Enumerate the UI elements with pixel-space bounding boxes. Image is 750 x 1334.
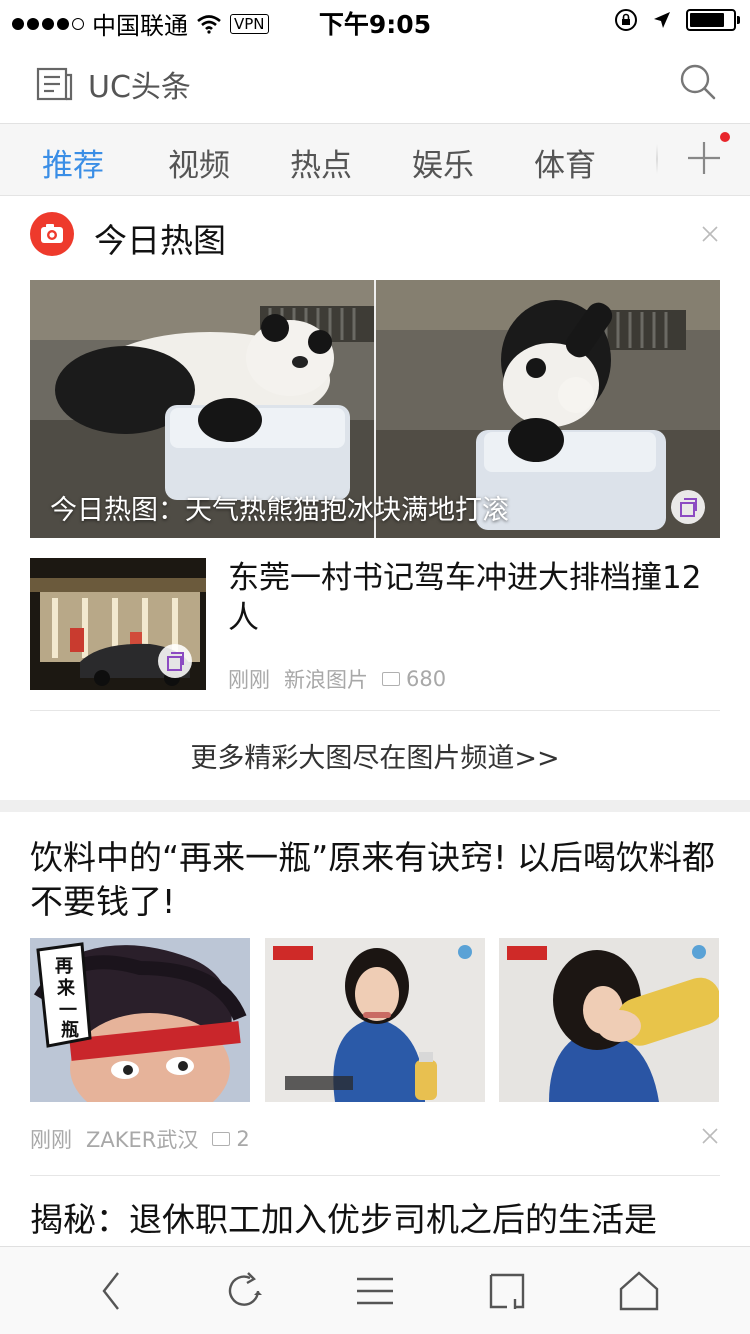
tab-entertainment[interactable]: 娱乐	[412, 140, 474, 185]
comment-icon	[212, 1132, 231, 1146]
plus-icon	[688, 142, 720, 174]
article-image-3[interactable]	[499, 938, 719, 1102]
hot-pics-banner[interactable]: 今日热图：天气热熊猫抱冰块满地打滚	[30, 280, 720, 538]
news-source: 新浪图片	[284, 668, 368, 692]
article-source: ZAKER武汉	[86, 1128, 199, 1152]
article-meta: 刚刚 ZAKER武汉 2	[30, 1124, 250, 1154]
tabs-fade-divider	[656, 144, 658, 174]
app-header: UC头条	[0, 40, 750, 124]
svg-text:再: 再	[55, 956, 73, 976]
camera-icon	[30, 212, 74, 256]
comment-icon	[382, 672, 400, 686]
news-meta: 刚刚 新浪图片 680	[228, 664, 446, 694]
article-title[interactable]: 揭秘：退休职工加入优步司机之后的生活是	[30, 1198, 720, 1242]
comment-count-value: 680	[406, 667, 447, 691]
close-icon[interactable]	[700, 224, 720, 244]
tabs-icon[interactable]	[485, 1269, 529, 1313]
header-title: UC头条	[88, 70, 191, 105]
tab-recommend[interactable]: 推荐	[42, 140, 104, 185]
news-title: 东莞一村书记驾车冲进大排档撞12人	[228, 560, 702, 636]
svg-text:来: 来	[56, 978, 76, 998]
battery-icon	[686, 9, 740, 31]
news-thumbnail	[30, 558, 206, 690]
more-pics-link[interactable]: 更多精彩大图尽在图片频道>>	[0, 736, 750, 775]
tab-hot[interactable]: 热点	[290, 140, 352, 185]
comment-count: 2	[212, 1127, 250, 1151]
home-icon[interactable]	[617, 1269, 661, 1313]
gallery-icon	[671, 490, 705, 524]
tab-video[interactable]: 视频	[168, 140, 230, 185]
news-icon	[36, 67, 73, 101]
orientation-lock-icon	[615, 9, 637, 31]
search-icon[interactable]	[678, 62, 718, 102]
article-image-2[interactable]	[265, 938, 485, 1102]
status-bar: 中国联通 VPN 下午9:05	[0, 0, 750, 40]
notification-dot	[720, 132, 730, 142]
location-arrow-icon	[654, 12, 670, 28]
news-item[interactable]: 东莞一村书记驾车冲进大排档撞12人 刚刚 新浪图片 680	[30, 558, 720, 692]
menu-icon[interactable]	[353, 1269, 397, 1313]
hot-pics-header: 今日热图	[0, 196, 750, 280]
hot-pics-title: 今日热图	[94, 221, 226, 260]
article-image-1[interactable]: 再 来 一 瓶	[30, 938, 250, 1102]
status-right	[614, 8, 740, 32]
svg-text:瓶: 瓶	[61, 1020, 79, 1040]
uc-news-page: 中国联通 VPN 下午9:05 UC头条 推荐 视频 热点 娱乐 体育 今日热图…	[0, 0, 750, 1334]
comment-count: 680	[382, 667, 446, 691]
svg-text:一: 一	[59, 1000, 77, 1020]
news-time: 刚刚	[228, 668, 270, 692]
comment-count-value: 2	[236, 1127, 250, 1151]
section-separator	[0, 800, 750, 812]
close-icon[interactable]	[700, 1126, 720, 1146]
back-icon[interactable]	[90, 1269, 134, 1313]
refresh-icon[interactable]	[222, 1269, 266, 1313]
article-time: 刚刚	[30, 1128, 72, 1152]
header-brand[interactable]: UC头条	[36, 62, 191, 106]
gallery-icon	[158, 644, 192, 678]
divider	[30, 1175, 720, 1176]
add-channel-button[interactable]	[684, 132, 730, 178]
tab-sports[interactable]: 体育	[534, 140, 596, 185]
article-title[interactable]: 饮料中的“再来一瓶”原来有诀窍! 以后喝饮料都不要钱了!	[30, 836, 720, 924]
bottom-toolbar	[0, 1246, 750, 1334]
divider	[30, 710, 720, 711]
channel-tabs: 推荐 视频 热点 娱乐 体育	[0, 124, 750, 196]
banner-caption: 今日热图：天气热熊猫抱冰块满地打滚	[50, 495, 509, 526]
